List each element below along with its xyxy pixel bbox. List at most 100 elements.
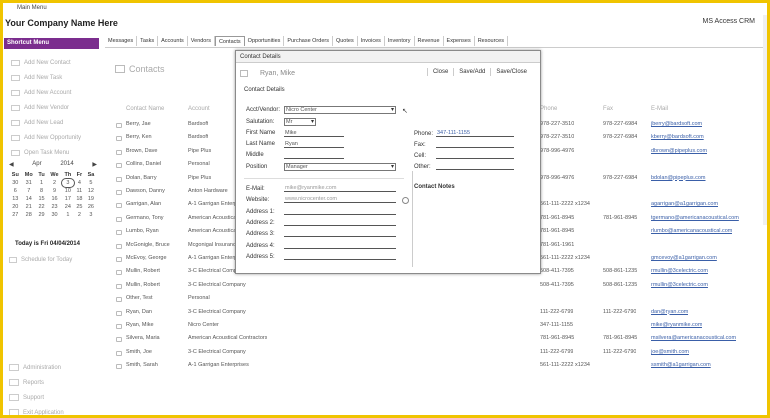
tab-tasks[interactable]: Tasks [137, 36, 159, 46]
cell-email[interactable]: rmullin@3celectric.com [651, 282, 708, 288]
cell-email[interactable]: agarrigan@a1garrigan.com [651, 201, 718, 207]
address4-field[interactable] [284, 242, 396, 249]
row-edit-icon[interactable] [116, 149, 122, 155]
field-label: Last Name [246, 141, 276, 147]
cell-email[interactable]: joe@smith.com [651, 349, 689, 355]
main-tabs: Messages Tasks Accounts Vendors Contacts… [105, 36, 508, 46]
tab-accounts[interactable]: Accounts [158, 36, 188, 46]
row-edit-icon[interactable] [116, 364, 122, 370]
tab-quotes[interactable]: Quotes [333, 36, 358, 46]
sidebar-link-add-task[interactable]: Add New Task [11, 70, 103, 85]
tab-expenses[interactable]: Expenses [444, 36, 475, 46]
phone-field[interactable]: 347-111-1155 [436, 130, 514, 137]
reports-link[interactable]: Reports [9, 375, 64, 390]
table-row[interactable]: Other, Test Personal [3, 295, 767, 307]
row-edit-icon[interactable] [116, 337, 122, 343]
address5-field[interactable] [284, 253, 396, 260]
cell-field[interactable] [436, 152, 514, 159]
cell-email[interactable]: ssmith@a1garrigan.com [651, 362, 711, 368]
cell-email[interactable]: msilvera@americanacoustical.com [651, 335, 736, 341]
table-row[interactable]: Smith, Sarah A-1 Garrigan Enterprises 561-… [3, 362, 767, 374]
row-edit-icon[interactable] [116, 243, 122, 249]
field-label: Address 3: [246, 231, 275, 237]
tab-inventory[interactable]: Inventory [385, 36, 415, 46]
sidebar-link-label: Add New Account [24, 89, 72, 96]
sidebar-link-add-account[interactable]: Add New Account [11, 85, 103, 100]
row-edit-icon[interactable] [116, 270, 122, 276]
tab-revenue[interactable]: Revenue [415, 36, 444, 46]
cell-email[interactable]: bdolan@pipeplus.com [651, 175, 706, 181]
col-header-phone[interactable]: Phone [540, 106, 557, 112]
salutation-select[interactable]: Mr [284, 118, 316, 126]
row-edit-icon[interactable] [116, 216, 122, 222]
save-add-button[interactable]: Save/Add [453, 68, 490, 76]
row-edit-icon[interactable] [116, 176, 122, 182]
cell-email[interactable]: dbrown@pipeplus.com [651, 148, 707, 154]
reports-icon [9, 379, 19, 386]
address3-field[interactable] [284, 230, 396, 237]
tab-messages[interactable]: Messages [105, 36, 138, 46]
table-row[interactable]: Mullin, Robert 3-C Electrical Company 508-… [3, 282, 767, 294]
row-edit-icon[interactable] [116, 297, 122, 303]
cell-name: McEvoy, George [126, 255, 167, 261]
row-edit-icon[interactable] [116, 203, 122, 209]
main-menu-label[interactable]: Main Menu [17, 5, 47, 11]
address2-field[interactable] [284, 219, 396, 226]
exit-link[interactable]: Exit Application [9, 405, 64, 416]
vertical-scrollbar[interactable] [763, 15, 767, 225]
col-header-name[interactable]: Contact Name [126, 106, 164, 112]
cell-email[interactable]: rlumbo@americanacoustical.com [651, 228, 732, 234]
row-edit-icon[interactable] [116, 123, 122, 128]
tab-vendors[interactable]: Vendors [188, 36, 215, 46]
email-field[interactable]: mike@ryanmike.com [284, 185, 396, 192]
field-label: Address 1: [246, 209, 275, 215]
table-row[interactable]: Silvera, Maria American Acoustical Contra… [3, 335, 767, 347]
row-edit-icon[interactable] [116, 163, 122, 169]
bottom-link-label: Exit Application [23, 409, 64, 416]
acct-vendor-select[interactable]: Nicro Center [284, 106, 396, 114]
cell-email[interactable]: mike@ryanmike.com [651, 322, 702, 328]
sidebar-link-add-contact[interactable]: Add New Contact [11, 55, 103, 70]
row-edit-icon[interactable] [116, 324, 122, 329]
cell-email[interactable]: tgermano@americanacoustical.com [651, 215, 739, 221]
row-edit-icon[interactable] [116, 230, 122, 236]
app-window: Main Menu Your Company Name Here MS Acce… [0, 0, 770, 418]
middle-field[interactable] [284, 152, 344, 159]
col-header-account[interactable]: Account [188, 106, 210, 112]
row-edit-icon[interactable] [116, 257, 122, 262]
row-edit-icon[interactable] [116, 283, 122, 289]
first-name-field[interactable]: Mike [284, 130, 344, 137]
table-row[interactable]: Ryan, Dan 3-C Electrical Company 111-222-6… [3, 309, 767, 321]
save-close-button[interactable]: Save/Close [490, 68, 532, 76]
cell-phone: 978-996-4976 [540, 174, 575, 181]
fax-field[interactable] [436, 141, 514, 148]
last-name-field[interactable]: Ryan [284, 141, 344, 148]
website-field[interactable]: www.nicrocenter.com [284, 196, 396, 203]
cell-email[interactable]: kberry@bardsoft.com [651, 134, 704, 140]
browse-web-icon[interactable] [402, 197, 409, 204]
position-select[interactable]: Manager [284, 163, 396, 171]
cell-email[interactable]: gmcevoy@a1garrigan.com [651, 255, 717, 261]
tab-opportunities[interactable]: Opportunities [245, 36, 285, 46]
tab-purchase-orders[interactable]: Purchase Orders [284, 36, 333, 46]
row-edit-icon[interactable] [116, 136, 122, 142]
row-edit-icon[interactable] [116, 350, 122, 356]
cell-email[interactable]: rmullin@3celectric.com [651, 268, 708, 274]
tab-contacts[interactable]: Contacts [214, 36, 245, 46]
cell-phone: 347-111-1155 [540, 322, 574, 328]
col-header-fax[interactable]: Fax [603, 106, 613, 112]
col-header-email[interactable]: E-Mail [651, 106, 668, 112]
table-row[interactable]: Smith, Joe 3-C Electrical Company 111-222-… [3, 349, 767, 361]
other-field[interactable] [436, 163, 514, 170]
table-row[interactable]: Ryan, Mike Nicro Center 347-111-1155 mike@r… [3, 322, 767, 334]
row-edit-icon[interactable] [116, 310, 122, 316]
row-edit-icon[interactable] [116, 190, 122, 195]
tab-invoices[interactable]: Invoices [358, 36, 385, 46]
close-button[interactable]: Close [426, 68, 453, 76]
cell-email[interactable]: jberry@bardsoft.com [651, 121, 702, 127]
address1-field[interactable] [284, 208, 396, 215]
cell-email[interactable]: dan@ryan.com [651, 309, 688, 315]
contact-notes-area[interactable]: Contact Notes [414, 184, 534, 264]
support-link[interactable]: Support [9, 390, 64, 405]
tab-resources[interactable]: Resources [475, 36, 508, 46]
